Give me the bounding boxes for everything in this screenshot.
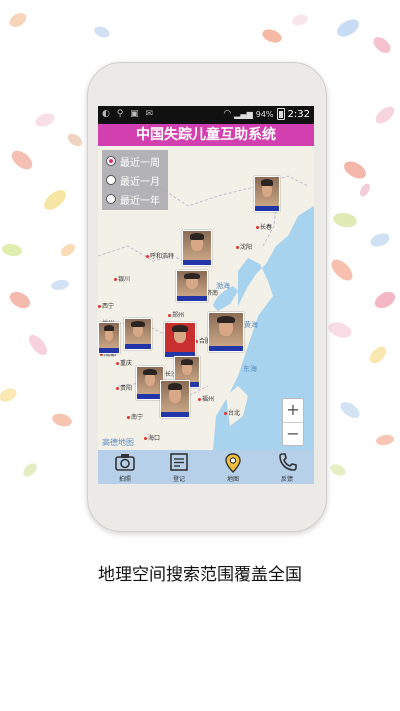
missing-person-marker[interactable]	[182, 230, 212, 266]
city-label: 重庆	[116, 358, 132, 367]
radio-icon[interactable]	[106, 175, 116, 185]
radio-selected-icon[interactable]	[106, 156, 116, 166]
camera-icon	[115, 454, 135, 471]
zoom-control: + −	[282, 398, 304, 446]
nav-item-camera[interactable]: 拍照	[98, 450, 152, 484]
signal-icon: ▂▄▆	[234, 109, 253, 119]
city-label: 呼和浩特	[146, 251, 174, 260]
wifi-icon: ◠	[223, 109, 232, 119]
city-label: 海口	[144, 433, 160, 442]
city-label: 长春	[256, 222, 272, 231]
nav-item-feedback[interactable]: 反馈	[260, 450, 314, 484]
sea-label: 东海	[243, 365, 257, 373]
sea-label: 黄海	[244, 321, 258, 329]
notification-icons: ◐ ⚲ ▣ ✉	[102, 109, 156, 119]
filter-label: 最近一年	[120, 195, 160, 207]
filter-option-month[interactable]: 最近一月	[106, 171, 160, 189]
city-label: 银川	[114, 274, 130, 283]
city-label: 贵阳	[116, 383, 132, 392]
missing-person-marker[interactable]	[208, 312, 244, 352]
nav-label: 地图	[226, 476, 239, 483]
nav-label: 反馈	[280, 476, 293, 483]
phone-icon	[279, 453, 297, 471]
filter-label: 最近一月	[120, 176, 160, 188]
missing-person-marker[interactable]	[124, 318, 152, 350]
city-label: 台北	[224, 408, 240, 417]
time-filter-panel: 最近一周 最近一月 最近一年	[102, 150, 168, 210]
missing-person-marker[interactable]	[160, 380, 190, 418]
map-pin-icon	[225, 453, 241, 473]
nav-label: 登记	[172, 476, 185, 483]
missing-person-marker[interactable]	[254, 176, 280, 212]
city-label: 沈阳	[236, 242, 252, 251]
missing-person-marker[interactable]	[176, 270, 208, 302]
filter-label: 最近一周	[120, 157, 160, 169]
nav-item-map[interactable]: 地图	[206, 450, 260, 484]
city-label: 南宁	[127, 412, 143, 421]
missing-person-marker[interactable]	[164, 322, 196, 358]
battery-percent: 94%	[255, 109, 274, 119]
zoom-out-button[interactable]: −	[283, 423, 303, 446]
zoom-in-button[interactable]: +	[283, 399, 303, 423]
nav-item-register[interactable]: 登记	[152, 450, 206, 484]
battery-icon	[276, 108, 285, 120]
radio-icon[interactable]	[106, 194, 116, 204]
status-time: 2:32	[287, 108, 310, 120]
status-bar: ◐ ⚲ ▣ ✉ ◠ ▂▄▆ 94% 2:32	[98, 106, 314, 124]
app-title: 中国失踪儿童互助系统	[98, 124, 314, 146]
city-label: 福州	[198, 394, 214, 403]
map-attribution: 高德地图	[102, 438, 134, 447]
promo-caption: 地理空间搜索范围覆盖全国	[98, 565, 302, 585]
filter-option-week[interactable]: 最近一周	[106, 152, 160, 170]
filter-option-year[interactable]: 最近一年	[106, 190, 160, 208]
phone-screen: ◐ ⚲ ▣ ✉ ◠ ▂▄▆ 94% 2:32 中国失踪儿童互助系统 最近一周 最…	[98, 106, 314, 484]
missing-person-marker[interactable]	[98, 322, 120, 354]
register-icon	[170, 453, 188, 471]
city-label: 西宁	[98, 301, 114, 310]
map-view[interactable]: 最近一周 最近一月 最近一年 长春 呼和浩特 沈阳 银川 北京 西宁 济南 兰州…	[98, 146, 314, 450]
nav-label: 拍照	[118, 476, 131, 483]
bottom-nav: 拍照 登记 地图 反馈	[98, 450, 314, 484]
city-label: 郑州	[168, 310, 184, 319]
sea-label: 渤海	[216, 282, 230, 290]
